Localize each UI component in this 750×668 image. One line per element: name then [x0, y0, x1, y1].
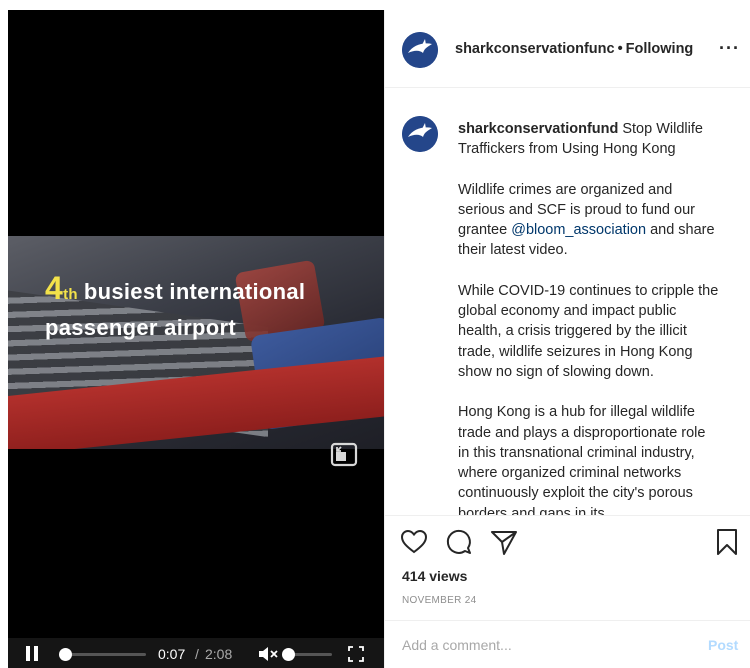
- post-actions: 414 views NOVEMBER 24 Post: [385, 515, 750, 668]
- caption-username[interactable]: sharkconservationfund: [458, 121, 618, 137]
- post-comment-button[interactable]: Post: [708, 637, 738, 653]
- avatar[interactable]: [402, 116, 438, 152]
- video-controls: 0:07 / 2:08: [8, 638, 384, 668]
- header-username[interactable]: sharkconservationfunc: [455, 41, 615, 57]
- video-player[interactable]: 4th busiest international passenger airpo…: [8, 10, 384, 668]
- time-separator: /: [195, 646, 199, 662]
- video-overlay-line-2: passenger airport: [45, 315, 236, 340]
- post-sidebar: sharkconservationfunc • Following ··· shar…: [384, 10, 750, 668]
- volume-knob[interactable]: [282, 648, 295, 661]
- progress-bar[interactable]: [58, 648, 146, 661]
- pause-icon[interactable]: [26, 646, 38, 661]
- video-frame[interactable]: 4th busiest international passenger airpo…: [8, 236, 384, 449]
- separator-dot: •: [617, 41, 623, 57]
- caption-paragraph: Hong Kong is a hub for illegal wildlife …: [458, 404, 706, 515]
- heart-icon[interactable]: [400, 528, 428, 556]
- video-overlay-line-1: 4th busiest international: [45, 270, 305, 307]
- volume-slider[interactable]: [282, 648, 332, 661]
- comment-row: Post: [385, 620, 750, 668]
- overlay-text: busiest international: [83, 279, 306, 304]
- comment-icon[interactable]: [445, 528, 473, 556]
- header-username-row: sharkconservationfunc • Following: [455, 41, 693, 57]
- current-time: 0:07: [158, 646, 186, 662]
- progress-scrubber[interactable]: [58, 648, 72, 661]
- fullscreen-icon[interactable]: [348, 646, 364, 662]
- post-header: sharkconservationfunc • Following ···: [385, 10, 750, 88]
- caption-paragraph: Wildlife crimes are organized and seriou…: [458, 180, 720, 261]
- view-count[interactable]: 414 views: [402, 568, 467, 584]
- caption-headline: sharkconservationfund Stop Wildlife Traff…: [458, 119, 720, 160]
- post-date: NOVEMBER 24: [402, 595, 477, 606]
- avatar[interactable]: [402, 32, 438, 68]
- bookmark-icon[interactable]: [713, 528, 741, 556]
- caption-scroll-area[interactable]: sharkconservationfund Stop Wildlife Traff…: [385, 89, 750, 515]
- following-button[interactable]: Following: [626, 41, 694, 57]
- overlay-ordinal: th: [63, 286, 78, 303]
- volume-muted-icon[interactable]: [258, 646, 280, 662]
- caption-paragraph: While COVID-19 continues to cripple the …: [458, 282, 719, 380]
- caption-text: sharkconservationfund Stop Wildlife Traff…: [458, 119, 720, 515]
- mention-link[interactable]: @bloom_association: [511, 222, 646, 238]
- picture-in-picture-icon[interactable]: [330, 442, 360, 468]
- total-time: 2:08: [205, 646, 233, 662]
- overlay-number: 4: [45, 270, 64, 306]
- more-options-icon[interactable]: ···: [719, 38, 740, 59]
- share-icon[interactable]: [490, 528, 518, 556]
- comment-input[interactable]: [402, 637, 672, 653]
